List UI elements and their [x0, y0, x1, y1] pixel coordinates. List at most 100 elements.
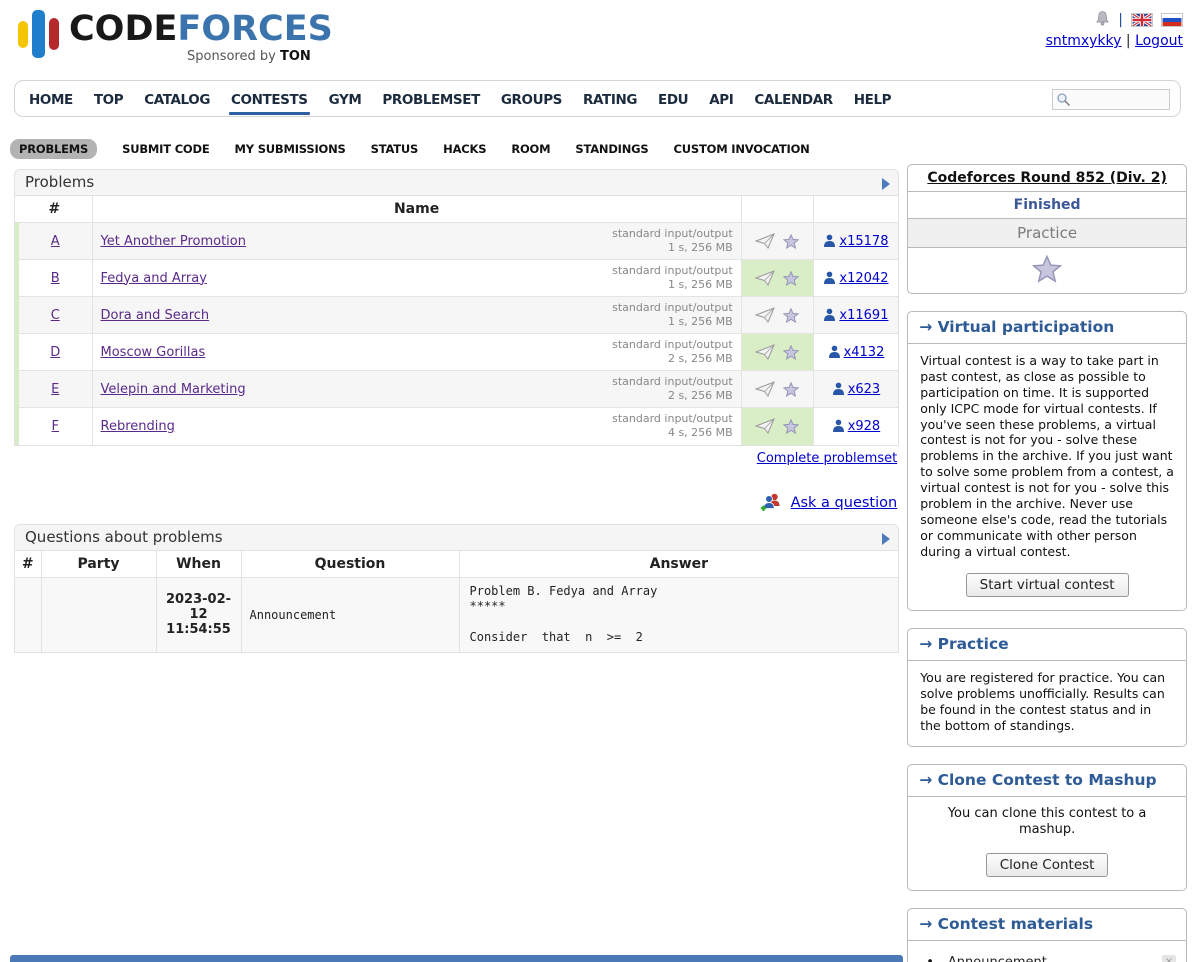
paper-plane-icon[interactable] [755, 270, 775, 287]
nav-item-calendar[interactable]: CALENDAR [754, 86, 832, 111]
clone-contest-title: → Clone Contest to Mashup [908, 765, 1186, 797]
problem-index-link[interactable]: C [51, 308, 60, 323]
problem-index-link[interactable]: B [51, 271, 60, 286]
practice-title: → Practice [908, 629, 1186, 661]
subnav-hacks[interactable]: HACKS [443, 142, 486, 156]
close-icon[interactable]: × [1162, 955, 1176, 962]
problem-limits: 1 s, 256 MB [612, 241, 733, 255]
solved-count-link[interactable]: x623 [848, 382, 881, 397]
user-icon [828, 345, 841, 359]
problem-name-link[interactable]: Rebrending [101, 419, 175, 434]
solved-count-link[interactable]: x15178 [839, 234, 888, 249]
problem-limits: 1 s, 256 MB [612, 315, 733, 329]
question-when: 2023-02-12 11:54:55 [156, 577, 241, 652]
problem-name-link[interactable]: Yet Another Promotion [101, 234, 246, 249]
nav-item-home[interactable]: HOME [29, 86, 73, 111]
bell-icon[interactable] [1095, 10, 1110, 30]
questions-caption: Questions about problems [15, 525, 898, 551]
virtual-participation-box: → Virtual participation Virtual contest … [907, 311, 1187, 611]
subnav-status[interactable]: STATUS [371, 142, 419, 156]
codeforces-logo[interactable]: CODEFORCES Sponsored by TON [18, 6, 1185, 64]
nav-item-groups[interactable]: GROUPS [501, 86, 562, 111]
nav-item-problemset[interactable]: PROBLEMSET [382, 86, 479, 111]
problem-index-link[interactable]: E [51, 382, 59, 397]
start-virtual-contest-button[interactable]: Start virtual contest [966, 573, 1129, 597]
star-icon[interactable] [783, 345, 799, 360]
problem-limits: 2 s, 256 MB [612, 389, 733, 403]
subnav-room[interactable]: ROOM [511, 142, 550, 156]
english-flag-icon[interactable] [1131, 13, 1153, 27]
virtual-participation-text: Virtual contest is a way to take part in… [908, 344, 1186, 571]
subnav-standings[interactable]: STANDINGS [575, 142, 648, 156]
question-party [41, 577, 156, 652]
paper-plane-icon[interactable] [755, 418, 775, 435]
practice-text: You are registered for practice. You can… [908, 661, 1186, 746]
star-icon[interactable] [783, 419, 799, 434]
problem-limits: 2 s, 256 MB [612, 352, 733, 366]
paper-plane-icon[interactable] [755, 381, 775, 398]
username-link[interactable]: sntmxykky [1046, 33, 1122, 49]
contest-subnav: PROBLEMS SUBMIT CODE MY SUBMISSIONS STAT… [10, 139, 1179, 159]
solved-count-link[interactable]: x4132 [844, 345, 885, 360]
subnav-problems[interactable]: PROBLEMS [10, 139, 97, 159]
materials-list: Announcement × Tutorial × [908, 941, 1186, 962]
collapse-arrow-icon[interactable] [881, 531, 890, 549]
problems-col-actions [741, 196, 813, 223]
nav-item-contests[interactable]: CONTESTS [231, 86, 308, 111]
nav-item-gym[interactable]: GYM [329, 86, 362, 111]
problem-index-link[interactable]: F [52, 419, 59, 434]
solved-count-link[interactable]: x12042 [839, 271, 888, 286]
content: Problems # Name A [0, 169, 1193, 962]
problem-io: standard input/output [612, 338, 733, 352]
problem-name-link[interactable]: Fedya and Array [101, 271, 207, 286]
search-box [1052, 89, 1170, 110]
problem-index-link[interactable]: D [50, 345, 60, 360]
subnav-my-submissions[interactable]: MY SUBMISSIONS [235, 142, 346, 156]
search-icon [1056, 92, 1071, 107]
nav-item-rating[interactable]: RATING [583, 86, 637, 111]
logo-wordmark: CODEFORCES [69, 12, 333, 47]
material-announcement-link[interactable]: Announcement [948, 955, 1162, 962]
paper-plane-icon[interactable] [755, 307, 775, 324]
question-text: Announcement [241, 577, 459, 652]
contest-title-link[interactable]: Codeforces Round 852 (Div. 2) [927, 170, 1166, 186]
subnav-submit-code[interactable]: SUBMIT CODE [122, 142, 209, 156]
nav-item-edu[interactable]: EDU [658, 86, 688, 111]
nav-item-help[interactable]: HELP [854, 86, 891, 111]
paper-plane-icon[interactable] [755, 233, 775, 250]
complete-problemset-link[interactable]: Complete problemset [757, 451, 897, 466]
list-item: Announcement × [926, 955, 1176, 962]
star-icon[interactable] [783, 234, 799, 249]
problem-io: standard input/output [612, 301, 733, 315]
practice-box: → Practice You are registered for practi… [907, 628, 1187, 747]
collapse-arrow-icon[interactable] [881, 176, 890, 194]
solved-count-link[interactable]: x11691 [839, 308, 888, 323]
ask-question-link[interactable]: Ask a question [791, 495, 898, 511]
star-icon-large[interactable] [1032, 255, 1062, 283]
nav-item-api[interactable]: API [709, 86, 733, 111]
problems-col-index: # [17, 196, 92, 223]
paper-plane-icon[interactable] [755, 344, 775, 361]
contest-materials-title: → Contest materials [908, 909, 1186, 941]
problem-name-link[interactable]: Dora and Search [101, 308, 210, 323]
nav-item-catalog[interactable]: CATALOG [144, 86, 210, 111]
russian-flag-icon[interactable] [1161, 13, 1183, 27]
star-icon[interactable] [783, 308, 799, 323]
problem-index-link[interactable]: A [51, 234, 60, 249]
logout-link[interactable]: Logout [1135, 33, 1183, 49]
problem-name-link[interactable]: Velepin and Marketing [101, 382, 246, 397]
problem-name-link[interactable]: Moscow Gorillas [101, 345, 206, 360]
question-index [15, 577, 41, 652]
table-row: C Dora and Search standard input/output1… [17, 297, 898, 334]
user-separator: | [1126, 33, 1131, 49]
star-icon[interactable] [783, 382, 799, 397]
subnav-custom-invocation[interactable]: CUSTOM INVOCATION [674, 142, 810, 156]
nav-item-top[interactable]: TOP [94, 86, 123, 111]
sponsored-by: Sponsored by TON [187, 49, 333, 64]
problems-caption-label: Problems [25, 173, 94, 191]
ask-question-row: Ask a question [14, 492, 897, 512]
complete-problemset-row: Complete problemset [14, 451, 897, 466]
star-icon[interactable] [783, 271, 799, 286]
solved-count-link[interactable]: x928 [848, 419, 881, 434]
clone-contest-button[interactable]: Clone Contest [986, 853, 1109, 877]
